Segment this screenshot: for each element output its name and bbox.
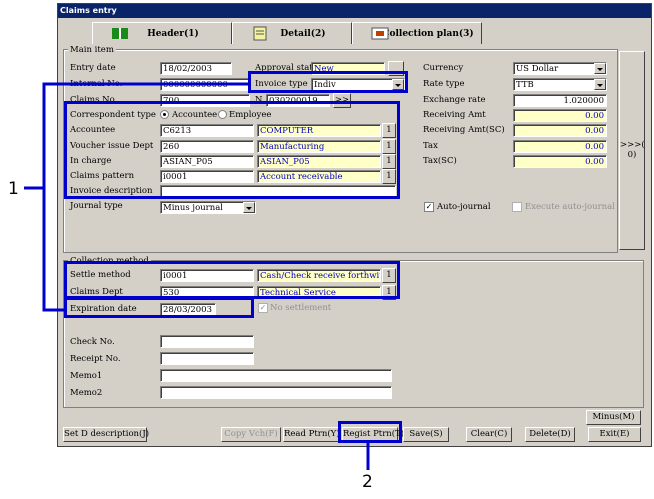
callout-2: 2 (362, 472, 373, 492)
callout-lines (24, 82, 370, 470)
callout-1: 1 (8, 179, 19, 199)
